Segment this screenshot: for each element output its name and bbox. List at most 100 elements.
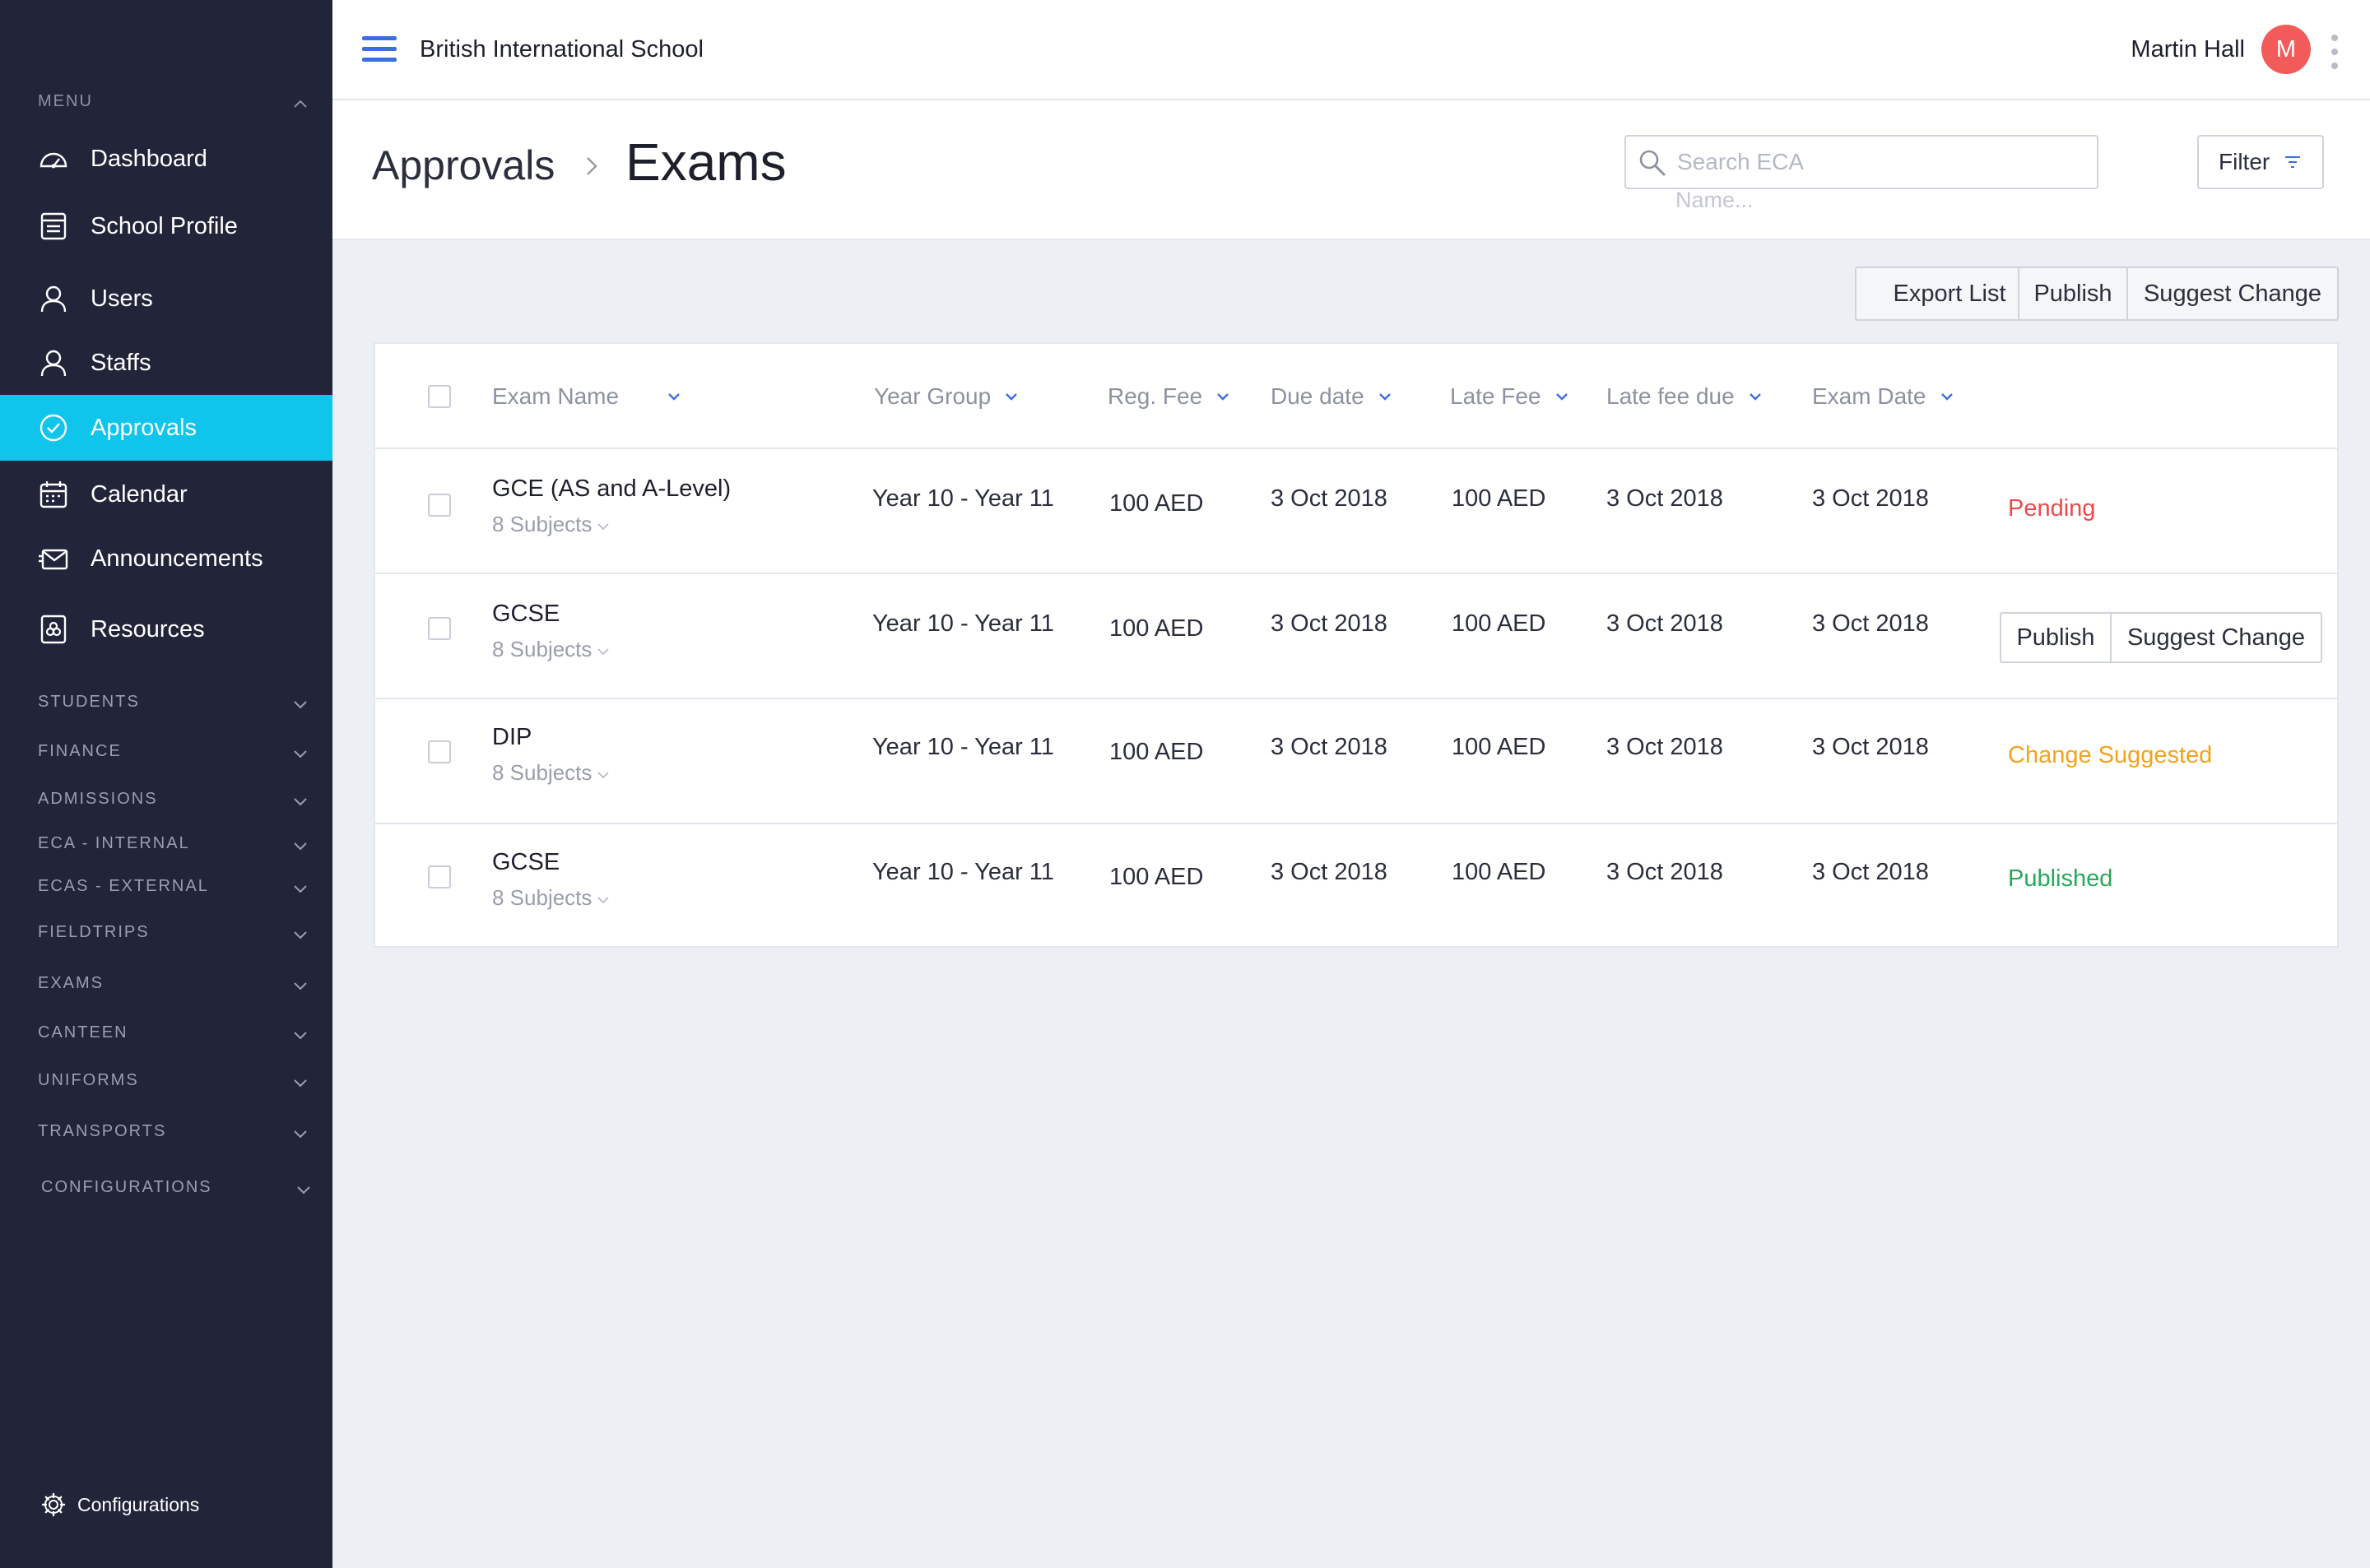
row-publish-button[interactable]: Publish bbox=[2000, 612, 2112, 663]
resources-icon bbox=[38, 614, 69, 645]
sidebar-section-admissions[interactable]: ADMISSIONS bbox=[38, 790, 309, 814]
section-label: STUDENTS bbox=[38, 693, 140, 711]
page-title: Exams bbox=[625, 132, 787, 192]
hamburger-menu-icon[interactable] bbox=[362, 36, 397, 64]
section-label: UNIFORMS bbox=[38, 1071, 139, 1089]
breadcrumb-approvals[interactable]: Approvals bbox=[372, 141, 555, 189]
year-group: Year 10 - Year 11 bbox=[872, 859, 1054, 885]
row-suggest-change-button[interactable]: Suggest Change bbox=[2112, 612, 2322, 663]
menu-header-label: MENU bbox=[38, 92, 93, 110]
row-checkbox[interactable] bbox=[428, 617, 451, 640]
exam-date: 3 Oct 2018 bbox=[1812, 610, 1929, 637]
publish-button[interactable]: Publish bbox=[2018, 267, 2128, 321]
table-header: Exam Name Year Group Reg. Fee Due date L… bbox=[375, 344, 2337, 449]
chevron-down-icon bbox=[668, 393, 680, 401]
sidebar-section-eca-internal[interactable]: ECA - INTERNAL bbox=[38, 834, 309, 859]
search-field[interactable] bbox=[1624, 135, 2098, 189]
subjects-dropdown[interactable]: 8 Subjects bbox=[492, 637, 610, 662]
user-name[interactable]: Martin Hall bbox=[2131, 36, 2245, 63]
sidebar-item-label: Resources bbox=[91, 615, 205, 643]
avatar[interactable]: M bbox=[2261, 25, 2311, 74]
sidebar-item-label: Users bbox=[91, 285, 153, 312]
chevron-right-icon bbox=[587, 157, 597, 175]
sidebar-item-label: Staffs bbox=[91, 349, 151, 376]
sidebar-item-calendar[interactable]: Calendar bbox=[0, 462, 332, 527]
table-row[interactable]: GCSE 8 Subjects Year 10 - Year 11 100 AE… bbox=[375, 574, 2337, 699]
sidebar-section-ecas-external[interactable]: ECAS - EXTERNAL bbox=[38, 877, 309, 902]
user-icon bbox=[38, 283, 69, 314]
export-list-button[interactable]: Export List bbox=[1855, 267, 2044, 321]
chevron-down-icon bbox=[1749, 393, 1761, 401]
table-row[interactable]: GCE (AS and A-Level) 8 Subjects Year 10 … bbox=[375, 449, 2337, 574]
chevron-down-icon bbox=[297, 1186, 310, 1195]
exam-name: DIP bbox=[492, 724, 532, 750]
chevron-down-icon bbox=[294, 1079, 307, 1088]
select-all-checkbox[interactable] bbox=[428, 385, 451, 408]
section-label: EXAMS bbox=[38, 974, 105, 992]
sidebar-item-resources[interactable]: Resources bbox=[0, 597, 332, 661]
section-label: FINANCE bbox=[38, 742, 122, 760]
sidebar-item-school-profile[interactable]: School Profile bbox=[0, 194, 332, 258]
sidebar-section-fieldtrips[interactable]: FIELDTRIPS bbox=[38, 923, 309, 948]
suggest-change-button[interactable]: Suggest Change bbox=[2128, 267, 2339, 321]
sidebar-section-canteen[interactable]: CANTEEN bbox=[38, 1023, 309, 1048]
search-input[interactable] bbox=[1677, 143, 2089, 181]
sidebar-item-approvals[interactable]: Approvals bbox=[0, 395, 332, 461]
sidebar-section-students[interactable]: STUDENTS bbox=[38, 693, 309, 717]
top-bar: British International School Martin Hall… bbox=[332, 0, 2370, 100]
chevron-down-icon bbox=[294, 1130, 307, 1139]
subjects-dropdown[interactable]: 8 Subjects bbox=[492, 760, 610, 786]
row-checkbox[interactable] bbox=[428, 865, 451, 888]
column-header-exam-name[interactable]: Exam Name bbox=[492, 383, 681, 410]
sidebar-section-exams[interactable]: EXAMS bbox=[38, 974, 309, 999]
reg-fee: 100 AED bbox=[1109, 615, 1204, 642]
search-hint: Name... bbox=[1675, 188, 1754, 212]
section-label: ECAS - EXTERNAL bbox=[38, 877, 209, 895]
exam-date: 3 Oct 2018 bbox=[1812, 859, 1929, 885]
row-checkbox[interactable] bbox=[428, 740, 451, 763]
more-options-icon[interactable] bbox=[2330, 35, 2339, 69]
sidebar-item-label: Announcements bbox=[91, 545, 263, 572]
sidebar-section-uniforms[interactable]: UNIFORMS bbox=[38, 1071, 309, 1096]
column-header-exam-date[interactable]: Exam Date bbox=[1812, 383, 1954, 410]
column-label: Late Fee bbox=[1450, 383, 1541, 409]
column-header-reg-fee[interactable]: Reg. Fee bbox=[1108, 383, 1230, 410]
sidebar-section-configurations[interactable]: CONFIGURATIONS bbox=[41, 1178, 313, 1203]
table-row[interactable]: DIP 8 Subjects Year 10 - Year 11 100 AED… bbox=[375, 699, 2337, 824]
sidebar-section-transports[interactable]: TRANSPORTS bbox=[38, 1122, 309, 1147]
chevron-down-icon bbox=[1555, 393, 1568, 401]
configurations-link[interactable]: Configurations bbox=[41, 1492, 199, 1517]
search-icon bbox=[1639, 150, 1666, 176]
chevron-down-icon bbox=[1217, 393, 1229, 401]
chevron-down-icon bbox=[597, 771, 609, 778]
sidebar-item-label: Approvals bbox=[91, 414, 197, 441]
column-header-due-date[interactable]: Due date bbox=[1271, 383, 1392, 410]
configurations-label: Configurations bbox=[77, 1493, 200, 1515]
section-label: TRANSPORTS bbox=[38, 1122, 167, 1140]
user-icon bbox=[38, 347, 69, 378]
exam-name: GCE (AS and A-Level) bbox=[492, 476, 732, 502]
late-fee-due: 3 Oct 2018 bbox=[1606, 859, 1723, 885]
column-header-year-group[interactable]: Year Group bbox=[874, 383, 1019, 410]
menu-header[interactable]: MENU bbox=[38, 92, 309, 117]
chevron-down-icon bbox=[294, 1032, 307, 1040]
column-label: Reg. Fee bbox=[1108, 383, 1203, 409]
sidebar-item-label: School Profile bbox=[91, 212, 238, 239]
table-row[interactable]: GCSE 8 Subjects Year 10 - Year 11 100 AE… bbox=[375, 824, 2337, 949]
column-label: Due date bbox=[1271, 383, 1364, 409]
sidebar-item-dashboard[interactable]: Dashboard bbox=[0, 127, 332, 191]
sidebar-item-users[interactable]: Users bbox=[0, 267, 332, 331]
column-header-late-fee[interactable]: Late Fee bbox=[1450, 383, 1569, 410]
sidebar-item-staffs[interactable]: Staffs bbox=[0, 331, 332, 395]
column-header-late-fee-due[interactable]: Late fee due bbox=[1606, 383, 1763, 410]
chevron-down-icon bbox=[1378, 393, 1391, 401]
sidebar-section-finance[interactable]: FINANCE bbox=[38, 742, 309, 767]
subjects-dropdown[interactable]: 8 Subjects bbox=[492, 885, 610, 911]
subjects-label: 8 Subjects bbox=[492, 885, 592, 910]
filter-button[interactable]: Filter bbox=[2197, 135, 2324, 189]
subjects-dropdown[interactable]: 8 Subjects bbox=[492, 512, 610, 537]
exam-date: 3 Oct 2018 bbox=[1812, 485, 1929, 512]
row-checkbox[interactable] bbox=[428, 494, 451, 517]
row-actions: Publish Suggest Change bbox=[2000, 612, 2322, 663]
sidebar-item-announcements[interactable]: Announcements bbox=[0, 527, 332, 591]
